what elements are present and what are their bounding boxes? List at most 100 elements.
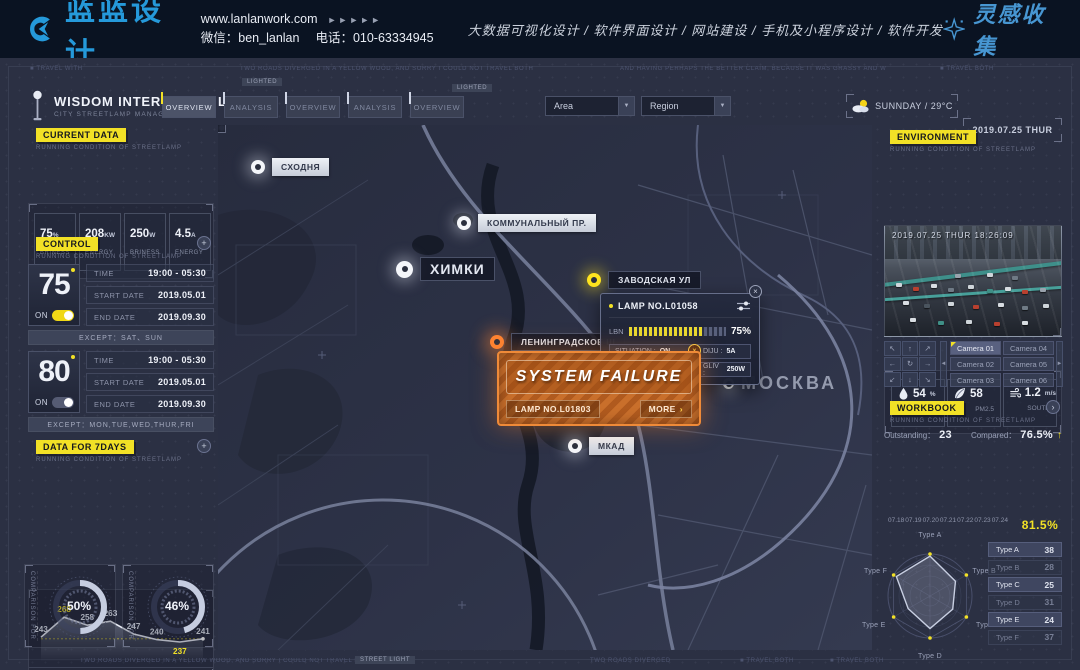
map-point-zavodskaya[interactable]: ЗАВОДСКАЯ УЛ: [587, 271, 701, 289]
row-label: DIJU :: [703, 348, 722, 355]
camera-01-button[interactable]: Camera 01: [950, 341, 1001, 355]
outstanding-label: Outstanding：: [884, 430, 935, 441]
list-item-type-e[interactable]: Type E24: [988, 612, 1062, 627]
map-point-kommunalny[interactable]: КОММУНАЛЬНЫЙ ПР.: [457, 214, 596, 232]
panel-subtitle: RUNNING CONDITION OF STREETLAMP: [890, 418, 1036, 424]
stat-value: 1.2: [1025, 387, 1041, 399]
sun-cloud-icon: [851, 99, 869, 113]
area-dropdown[interactable]: Area ▼: [545, 96, 635, 116]
camera-05-button[interactable]: Camera 05: [1003, 357, 1054, 371]
tab-overview-1[interactable]: OVERVIEW: [162, 96, 216, 118]
dpad-down-left[interactable]: ↙: [884, 372, 901, 387]
chevron-right-icon: ›: [680, 404, 683, 414]
map-point-mkad[interactable]: МКАД: [568, 437, 634, 455]
row-value: 2019.05.01: [158, 377, 206, 387]
x-tick: 07.19: [905, 517, 921, 524]
brightness-box: 75 ON: [28, 264, 80, 326]
camera-button-grid: Camera 01 Camera 02 Camera 03 Camera 04 …: [950, 341, 1054, 387]
list-item-type-d[interactable]: Type D31: [988, 595, 1062, 610]
type-value: 25: [1045, 580, 1054, 590]
x-tick: 07.23: [974, 517, 990, 524]
comparison-gauge-1: COMPARISON FOR 50%: [24, 564, 116, 648]
dpad-up-right[interactable]: ↗: [919, 341, 936, 356]
traffic-car: [896, 283, 902, 287]
list-item-type-f[interactable]: Type F37: [988, 630, 1062, 645]
list-item-type-b[interactable]: Type B28: [988, 560, 1062, 575]
banner-services: 大数据可视化设计 / 软件界面设计 / 网站建设 / 手机及小程序设计 / 软件…: [468, 20, 943, 39]
dpad-up-left[interactable]: ↖: [884, 341, 901, 356]
dpad-down[interactable]: ↓: [902, 372, 919, 387]
dpad-reset[interactable]: ↻: [902, 357, 919, 372]
traffic-car: [1022, 321, 1028, 325]
traffic-car: [973, 305, 979, 309]
map-point-khimki[interactable]: ХИМКИ: [396, 257, 495, 281]
lamp-pin-icon[interactable]: [490, 335, 504, 349]
sliders-icon[interactable]: [736, 301, 751, 311]
banner-wechat: 微信：ben_lanlan: [201, 31, 300, 45]
x-tick: 07.18: [888, 517, 904, 524]
dpad-right[interactable]: →: [919, 357, 936, 372]
lamp-pin-icon[interactable]: [396, 261, 413, 278]
camera-06-button[interactable]: Camera 06: [1003, 373, 1054, 387]
camera-video-feed[interactable]: 2019.07.25 THUR 18:26:09: [884, 225, 1062, 337]
end-date-row: END DATE 2019.09.30: [86, 308, 214, 326]
tab-overview-3[interactable]: OVERVIEW: [410, 96, 464, 118]
tab-analysis-1[interactable]: ANALYSIS: [224, 96, 278, 118]
city-map[interactable]: СХОДНЯ КОММУНАЛЬНЫЙ ПР. ХИМКИ ЗАВОДСКАЯ …: [218, 125, 872, 650]
type-value: 38: [1045, 545, 1054, 555]
traffic-car: [994, 322, 1000, 326]
row-label: START DATE: [94, 378, 144, 387]
trend-up-icon: ↑: [1057, 430, 1062, 441]
camera-timestamp: 2019.07.25 THUR 18:26:09: [892, 231, 1014, 240]
dpad-down-right[interactable]: ↘: [919, 372, 936, 387]
type-label: Type D: [996, 598, 1020, 607]
deco-text: ■ TRAVEL BOTH: [830, 658, 884, 664]
dpad-up[interactable]: ↑: [902, 341, 919, 356]
lamp-pin-icon[interactable]: [568, 439, 582, 453]
stat-briness-w: 250W BRINESS: [124, 213, 166, 271]
traffic-car: [987, 289, 993, 293]
stat-value: 54: [913, 388, 926, 400]
panel-subtitle: RUNNING CONDITION OF STREETLAMP: [890, 147, 1036, 153]
brightness-bar[interactable]: [629, 327, 726, 336]
lamp-pin-icon[interactable]: [251, 160, 265, 174]
schedule-toggle[interactable]: [52, 310, 74, 321]
camera-next-icon[interactable]: ►: [1056, 341, 1063, 387]
map-point-skhodnya[interactable]: СХОДНЯ: [251, 158, 329, 176]
row-label: TIME: [94, 269, 114, 278]
list-item-type-a[interactable]: Type A38: [988, 542, 1062, 557]
inspiration-collect-label: 灵感收集: [973, 0, 1056, 61]
region-dropdown[interactable]: Region ▼: [641, 96, 731, 116]
camera-03-button[interactable]: Camera 03: [950, 373, 1001, 387]
x-tick: 07.22: [957, 517, 973, 524]
schedule-toggle[interactable]: [52, 397, 74, 408]
radar-axis-label: Type A: [866, 532, 994, 539]
traffic-car: [1022, 290, 1028, 294]
list-item-type-c[interactable]: Type C25: [988, 577, 1062, 592]
gauge-ring: [47, 574, 113, 640]
chevron-down-icon[interactable]: ▼: [618, 97, 634, 115]
lamp-pin-icon[interactable]: [457, 216, 471, 230]
popup-close-icon[interactable]: ×: [749, 285, 762, 298]
alert-lamp-id: LAMP NO.L01803: [506, 400, 600, 418]
chevron-down-icon[interactable]: ▼: [714, 97, 730, 115]
traffic-car: [998, 303, 1004, 307]
lamp-pin-icon[interactable]: [587, 273, 601, 287]
leaf-icon: [954, 387, 966, 400]
workbook-next-button[interactable]: ›: [1046, 400, 1060, 414]
dpad-left[interactable]: ←: [884, 357, 901, 372]
tab-overview-2[interactable]: OVERVIEW: [286, 96, 340, 118]
traffic-car: [1043, 304, 1049, 308]
chart-expand-button[interactable]: +: [197, 439, 211, 453]
camera-04-button[interactable]: Camera 04: [1003, 341, 1054, 355]
camera-prev-icon[interactable]: ◄: [940, 341, 947, 387]
traffic-car: [948, 302, 954, 306]
map-label: КОММУНАЛЬНЫЙ ПР.: [478, 214, 596, 232]
lbn-label: LBN: [609, 327, 624, 336]
tab-analysis-2[interactable]: ANALYSIS: [348, 96, 402, 118]
camera-02-button[interactable]: Camera 02: [950, 357, 1001, 371]
control-expand-button[interactable]: +: [197, 236, 211, 250]
traffic-car: [1005, 287, 1011, 291]
traffic-car: [1012, 276, 1018, 280]
more-button[interactable]: MORE ›: [640, 400, 692, 418]
